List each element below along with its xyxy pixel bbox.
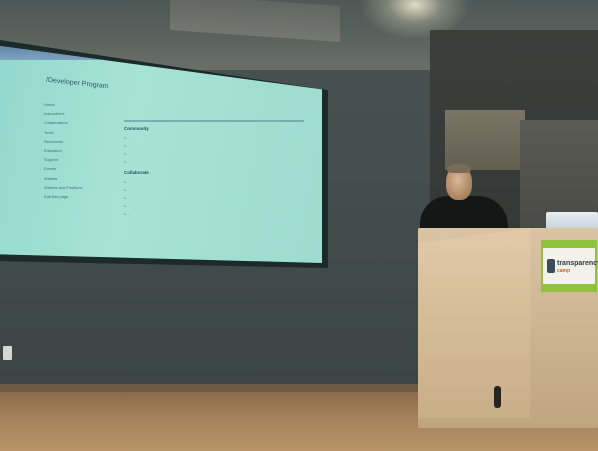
sidebar-item: Education <box>44 147 62 153</box>
event-sign: transparency camp <box>541 240 598 292</box>
sign-title: transparency <box>557 260 598 267</box>
section-heading: Community <box>124 126 149 131</box>
list-item: ... <box>124 150 304 158</box>
list-item: ... <box>124 142 304 150</box>
sidebar-item: Home <box>44 102 55 107</box>
sidebar-item: Tools <box>44 129 54 135</box>
sidebar-item: Wheels <box>44 175 58 181</box>
sign-subtitle: camp <box>557 268 571 274</box>
sidebar-item: Edit this page <box>44 193 69 199</box>
podium-cable-hole <box>494 386 501 408</box>
list-item: ... <box>124 158 304 166</box>
capitol-logo-icon <box>547 259 555 273</box>
page-title: /Developer Program <box>46 76 109 91</box>
sign-bottom-band <box>543 284 595 290</box>
list-item: ... <box>124 210 304 218</box>
sidebar-nav: Home Instructions Collaborators Tools Re… <box>44 100 98 201</box>
lecture-room-photo: /Developer Program Home Instructions Col… <box>0 0 598 451</box>
list-item: ... <box>124 186 304 194</box>
section-heading: Collaborate <box>124 170 149 175</box>
sign-top-band <box>543 242 595 248</box>
sidebar-item: Instructions <box>44 111 65 117</box>
list-item: ... <box>124 202 304 210</box>
sidebar-item: Wheels and Positions <box>44 184 83 190</box>
sidebar-item: Support <box>44 157 59 163</box>
podium-front <box>418 228 530 418</box>
list-item: ... <box>124 194 304 202</box>
wall-outlet <box>3 346 12 360</box>
presenter-hair <box>447 164 471 173</box>
divider <box>124 120 304 122</box>
list-item: ... <box>124 178 304 186</box>
side-window <box>445 110 525 170</box>
sidebar-item: Collaborators <box>44 120 68 126</box>
sidebar-item: Resources <box>44 138 64 144</box>
main-content: Community ... ... ... ... Collaborate ..… <box>124 118 304 218</box>
list-item: ... <box>124 134 304 142</box>
sidebar-item: Events <box>44 166 57 172</box>
